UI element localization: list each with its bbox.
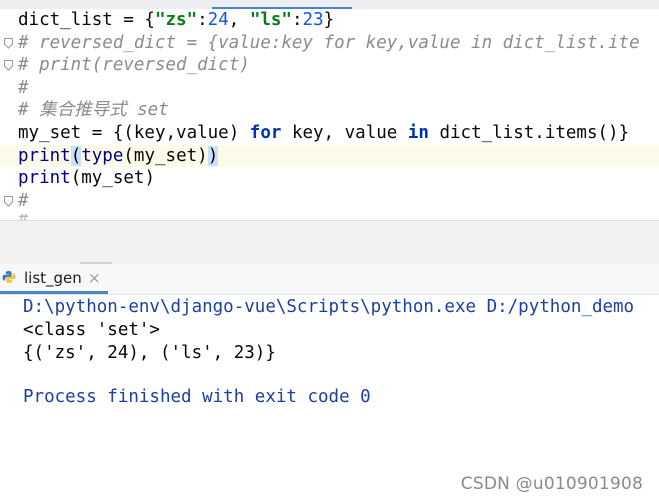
console-command-line: D:\python-env\django-vue\Scripts\python.… xyxy=(23,297,635,317)
code-token: ( xyxy=(70,145,82,166)
run-tab-list-gen[interactable]: list_gen × xyxy=(0,264,108,294)
code-token: for xyxy=(249,123,282,143)
code-text: # 集合推导式 set xyxy=(18,99,169,122)
active-run-tab-indicator xyxy=(0,291,108,294)
code-token: , xyxy=(228,10,250,30)
code-token: : xyxy=(197,10,208,30)
code-line[interactable]: my_set = {(key,value) for key, value in … xyxy=(0,122,659,145)
code-text: print(type(my_set)) xyxy=(18,145,219,168)
comment-token: # xyxy=(18,77,29,98)
code-token: "zs" xyxy=(154,10,198,30)
run-console-output[interactable]: D:\python-env\django-vue\Scripts\python.… xyxy=(0,295,659,502)
code-line[interactable]: # print(reversed_dict) xyxy=(0,54,659,77)
comment-token: # print(reversed_dict) xyxy=(18,55,250,76)
code-text: print(my_set) xyxy=(18,167,155,190)
comment-token: # 集合推导式 set xyxy=(18,100,169,121)
code-text: dict_list = {"zs":24, "ls":23} xyxy=(18,9,334,32)
code-text: # reversed_dict = {value:key for key,val… xyxy=(18,32,640,55)
watermark: CSDN @u010901908 xyxy=(460,474,643,494)
code-editor[interactable]: dict_list = {"zs":24, "ls":23} # reversed… xyxy=(0,9,659,220)
console-output-line: {('zs', 24), ('ls', 23)} xyxy=(23,343,276,363)
code-token: dict_list = { xyxy=(18,10,155,30)
fold-marker-icon[interactable] xyxy=(4,195,13,207)
comment-token: # xyxy=(18,190,29,211)
code-token: "ls" xyxy=(249,10,292,30)
code-line[interactable]: print(type(my_set)) xyxy=(0,144,659,168)
code-line[interactable]: # 集合推导式 set xyxy=(0,99,659,122)
code-token: : xyxy=(291,10,303,30)
code-token: key, value xyxy=(281,123,408,143)
console-exit-message: Process finished with exit code 0 xyxy=(23,387,371,407)
fold-marker-icon[interactable] xyxy=(4,60,13,71)
code-line[interactable]: # xyxy=(0,190,659,213)
code-token: print xyxy=(18,145,71,166)
close-icon[interactable]: × xyxy=(88,269,101,287)
code-token: in xyxy=(407,123,429,143)
code-line[interactable]: # xyxy=(0,77,659,100)
code-token: (my_set) xyxy=(123,145,208,166)
code-token: (my_set) xyxy=(70,168,155,189)
console-output-line: <class 'set'> xyxy=(23,320,160,340)
fold-marker-icon[interactable] xyxy=(4,37,13,49)
code-line[interactable]: dict_list = {"zs":24, "ls":23} xyxy=(0,9,659,32)
run-tab-label: list_gen xyxy=(24,269,82,287)
run-tool-window-header: list_gen × xyxy=(0,264,659,295)
code-text: my_set = {(key,value) for key, value in … xyxy=(18,122,629,145)
code-token: dict_list.items()} xyxy=(428,123,630,143)
code-token: my_set = {(key,value) xyxy=(18,123,250,143)
code-token: type xyxy=(81,145,124,166)
panel-splitter[interactable] xyxy=(0,220,659,265)
python-icon xyxy=(2,271,16,283)
code-token: } xyxy=(323,10,335,30)
code-token: 24 xyxy=(207,10,229,30)
code-text: # print(reversed_dict) xyxy=(18,54,250,77)
code-text: # xyxy=(18,77,29,100)
code-token: ) xyxy=(207,145,219,166)
comment-token: # reversed_dict = {value:key for key,val… xyxy=(18,32,640,53)
code-line[interactable]: print(my_set) xyxy=(0,167,659,190)
code-line[interactable]: # reversed_dict = {value:key for key,val… xyxy=(0,32,659,55)
code-token: print xyxy=(18,168,71,189)
code-token: 23 xyxy=(302,10,324,30)
code-text: # xyxy=(18,190,29,213)
